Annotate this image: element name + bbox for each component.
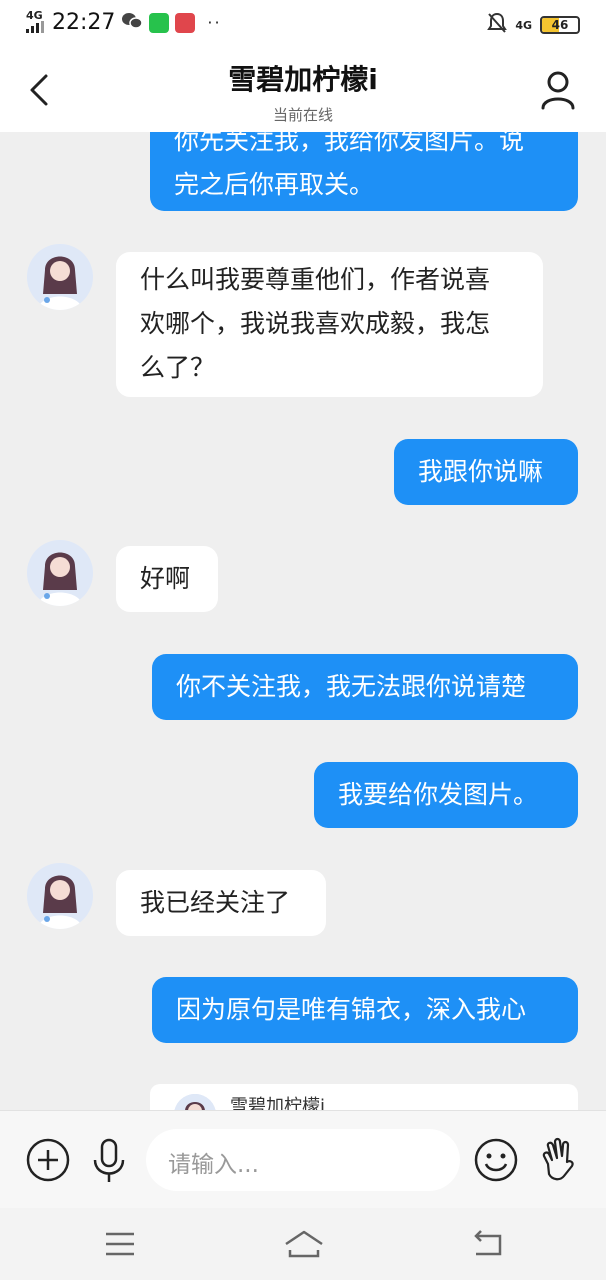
message-text: 你先关注我，我给你发图片。说 xyxy=(174,132,525,155)
network-type-right: 4G xyxy=(515,18,532,32)
avatar[interactable] xyxy=(27,244,93,310)
message-list[interactable]: 你先关注我，我给你发图片。说 完之后你再取关。 什么叫我要尊重他们，作者说喜 欢… xyxy=(0,132,606,1110)
message-bubble-sent[interactable]: 你不关注我，我无法跟你说请楚 xyxy=(152,654,578,720)
emoji-button[interactable] xyxy=(472,1136,520,1184)
input-bar: 请输入... xyxy=(0,1110,606,1208)
message-bubble-sent[interactable]: 因为原句是唯有锦衣，深入我心 xyxy=(152,977,578,1043)
message-text: 我已经关注了 xyxy=(140,888,291,917)
message-bubble-sent[interactable]: 我跟你说嘛 xyxy=(394,439,578,505)
chat-header: 雪碧加柠檬ⅰ 当前在线 xyxy=(0,48,606,132)
menu-button[interactable] xyxy=(100,1228,140,1260)
message-text: 好啊 xyxy=(140,564,191,593)
online-status: 当前在线 xyxy=(272,106,333,124)
clock: 22:27 xyxy=(52,10,116,35)
message-text: 你不关注我，我无法跟你说请楚 xyxy=(176,672,527,701)
microphone-icon xyxy=(93,1138,125,1182)
reader-app-icon xyxy=(149,12,170,33)
home-button[interactable] xyxy=(282,1228,323,1260)
message-text: 因为原句是唯有锦衣，深入我心 xyxy=(176,995,527,1024)
home-icon xyxy=(285,1230,323,1258)
message-text: 什么叫我要尊重他们，作者说喜 xyxy=(140,265,491,294)
profile-button[interactable] xyxy=(538,68,578,112)
system-nav-bar xyxy=(0,1208,606,1280)
waving-hand-icon xyxy=(542,1137,574,1181)
message-input[interactable]: 请输入... xyxy=(146,1129,460,1191)
message-bubble-sent[interactable]: 我要给你发图片。 xyxy=(314,762,578,828)
message-text: 欢哪个，我说我喜欢成毅，我怎 xyxy=(140,309,491,338)
card-avatar xyxy=(174,1094,216,1110)
battery-level: 46 xyxy=(551,18,569,32)
network-type: 4G xyxy=(26,8,43,22)
smiley-icon xyxy=(474,1138,518,1182)
add-button[interactable] xyxy=(24,1136,72,1184)
wechat-icon xyxy=(121,11,144,35)
message-bubble-received[interactable]: 好啊 xyxy=(116,546,218,612)
contact-name: 雪碧加柠檬ⅰ xyxy=(228,63,378,96)
message-text: 么了？ xyxy=(140,353,216,382)
return-icon xyxy=(474,1230,502,1256)
back-nav-button[interactable] xyxy=(468,1228,508,1260)
message-bubble-received[interactable]: 什么叫我要尊重他们，作者说喜 欢哪个，我说我喜欢成毅，我怎 么了？ xyxy=(116,252,543,397)
shared-profile-card[interactable]: 雪碧加柠檬ⅰ xyxy=(150,1084,578,1110)
user-icon xyxy=(541,71,575,110)
more-notifications-icon: ·· xyxy=(207,13,222,32)
message-text: 我跟你说嘛 xyxy=(418,457,544,486)
card-name: 雪碧加柠檬ⅰ xyxy=(230,1096,326,1110)
gift-app-icon xyxy=(175,12,196,33)
message-text: 我要给你发图片。 xyxy=(338,780,539,809)
message-bubble-sent[interactable]: 你先关注我，我给你发图片。说 完之后你再取关。 xyxy=(150,132,578,211)
menu-icon xyxy=(106,1232,134,1256)
avatar[interactable] xyxy=(27,540,93,606)
voice-button[interactable] xyxy=(86,1136,134,1184)
mute-icon xyxy=(487,12,508,38)
signal-icon: 4G xyxy=(26,8,46,35)
wave-button[interactable] xyxy=(536,1136,584,1184)
plus-circle-icon xyxy=(26,1138,70,1182)
status-bar: 4G 22:27 ·· 4G 46 xyxy=(0,0,606,48)
input-placeholder: 请输入... xyxy=(168,1152,259,1178)
message-bubble-received[interactable]: 我已经关注了 xyxy=(116,870,326,936)
battery-icon: 46 xyxy=(540,16,580,34)
avatar[interactable] xyxy=(27,863,93,929)
message-text: 完之后你再取关。 xyxy=(174,170,375,199)
